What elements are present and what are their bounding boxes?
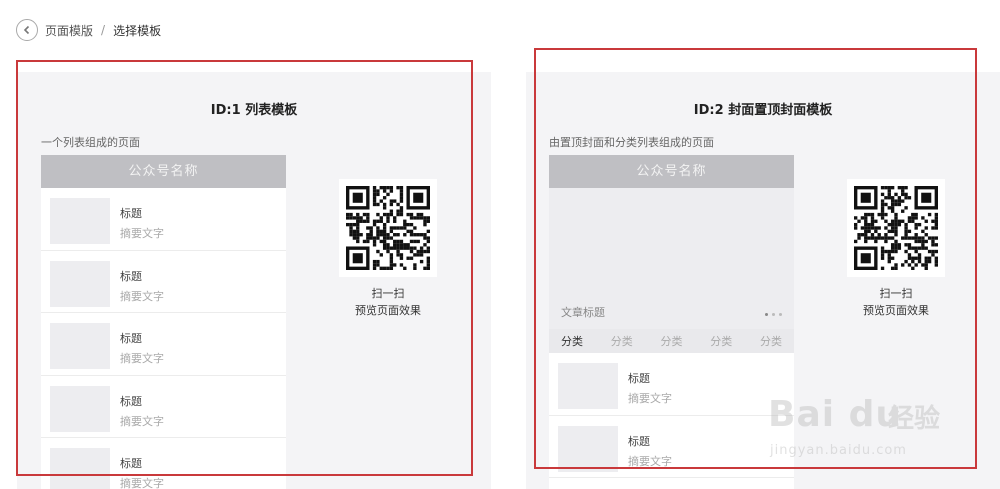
item-summary: 摘要文字: [628, 392, 672, 405]
qr-caption-preview: 预览页面效果: [863, 304, 929, 317]
qr-caption-scan: 扫一扫: [879, 287, 913, 300]
qr-preview: 扫一扫 预览页面效果: [339, 179, 437, 319]
thumbnail-placeholder: [558, 363, 618, 409]
template-title: ID:1 列表模板: [210, 103, 298, 118]
qr-caption-scan: 扫一扫: [371, 287, 405, 300]
breadcrumb: 页面模版 / 选择模板: [16, 19, 161, 41]
category-tab[interactable]: 分类: [561, 333, 583, 349]
back-button[interactable]: [16, 19, 38, 41]
qr-code: [339, 179, 437, 277]
thumbnail-placeholder: [50, 385, 110, 432]
list-item: 标题 摘要文字: [549, 353, 794, 416]
item-summary: 摘要文字: [120, 352, 164, 365]
list-item: 标题 摘要文字: [41, 188, 286, 251]
category-tabs: 分类 分类 分类 分类 分类: [549, 329, 794, 353]
thumbnail-placeholder: [50, 260, 110, 307]
qr-caption-preview: 预览页面效果: [355, 304, 421, 317]
item-title: 标题: [120, 457, 142, 470]
template-description: 由置顶封面和分类列表组成的页面: [549, 136, 714, 149]
cover-image-placeholder: 文章标题: [549, 188, 794, 329]
breadcrumb-parent-link[interactable]: 页面模版: [45, 22, 93, 39]
template-card-cover[interactable]: ID:2 封面置顶封面模板 由置顶封面和分类列表组成的页面 公众号名称 文章标题…: [526, 72, 1000, 489]
phone-preview: 公众号名称 文章标题 分类 分类 分类 分类 分类 标题 摘要文字 标题 摘要文…: [549, 155, 794, 489]
item-summary: 摘要文字: [120, 477, 164, 489]
thumbnail-placeholder: [50, 323, 110, 369]
template-card-list[interactable]: ID:1 列表模板 一个列表组成的页面 公众号名称 标题 摘要文字 标题 摘要文…: [17, 72, 491, 489]
list-item: 标题 摘要文字: [41, 375, 286, 438]
qr-code-icon: [854, 186, 938, 270]
thumbnail-placeholder: [50, 198, 110, 244]
thumbnail-placeholder: [50, 448, 110, 489]
item-summary: 摘要文字: [120, 414, 164, 428]
item-title: 标题: [628, 434, 650, 448]
qr-preview: 扫一扫 预览页面效果: [847, 179, 945, 319]
item-title: 标题: [120, 269, 142, 283]
breadcrumb-separator: /: [101, 23, 106, 37]
item-summary: 摘要文字: [628, 454, 672, 468]
breadcrumb-current: 选择模板: [113, 23, 162, 38]
category-tab[interactable]: 分类: [611, 333, 633, 349]
phone-header: 公众号名称: [41, 155, 286, 188]
thumbnail-placeholder: [558, 425, 618, 472]
category-tab[interactable]: 分类: [661, 333, 683, 349]
item-title: 标题: [120, 394, 142, 408]
template-title: ID:2 封面置顶封面模板: [693, 103, 833, 118]
category-tab[interactable]: 分类: [760, 333, 782, 349]
item-summary: 摘要文字: [120, 289, 164, 303]
carousel-dot: [779, 313, 782, 316]
phone-preview: 公众号名称 标题 摘要文字 标题 摘要文字 标题 摘要文字 标题 摘要文字 标题…: [41, 155, 286, 489]
list-item: 标题 摘要文字: [41, 438, 286, 489]
item-title: 标题: [120, 207, 142, 220]
item-title: 标题: [120, 332, 142, 345]
item-summary: 摘要文字: [120, 227, 164, 240]
list-item: 标题 摘要文字: [41, 313, 286, 376]
template-description: 一个列表组成的页面: [41, 136, 140, 149]
phone-header: 公众号名称: [549, 155, 794, 188]
chevron-left-icon: [23, 25, 30, 35]
carousel-dot: [765, 313, 768, 316]
list-item: 标题 摘要文字: [41, 250, 286, 313]
item-title: 标题: [628, 372, 650, 385]
carousel-dot: [772, 313, 775, 316]
cover-article-title: 文章标题: [561, 306, 605, 319]
qr-code-icon: [346, 186, 430, 270]
list-item: 标题 摘要文字: [549, 415, 794, 478]
carousel-dots: [765, 313, 782, 316]
qr-code: [847, 179, 945, 277]
category-tab[interactable]: 分类: [710, 333, 732, 349]
